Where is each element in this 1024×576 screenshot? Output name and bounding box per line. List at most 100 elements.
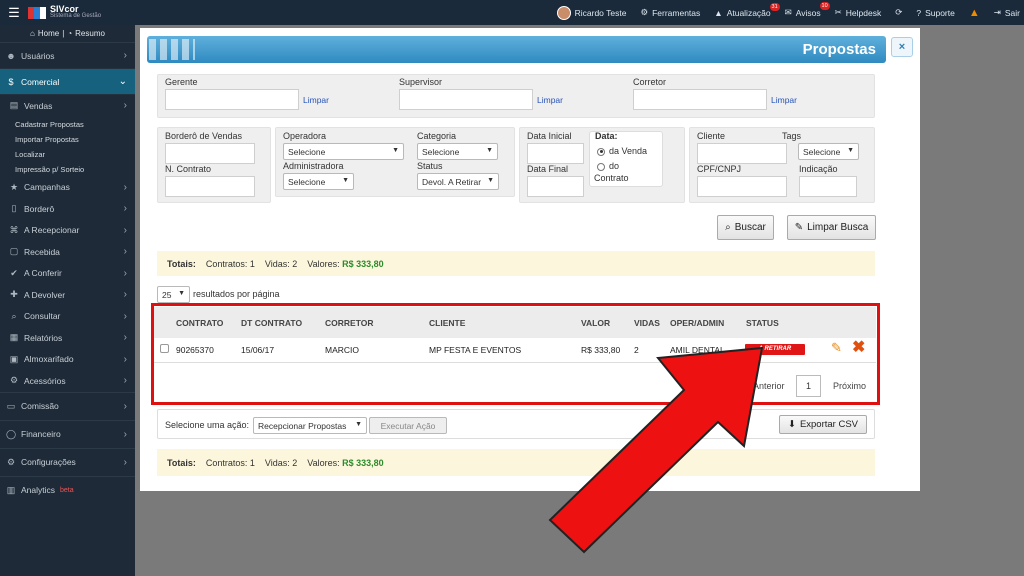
sidebar-leaf-item[interactable]: Cadastrar Propostas <box>0 117 135 132</box>
totals-valores: Valores: R$ 333,80 <box>307 259 383 269</box>
row-checkbox[interactable] <box>160 344 169 353</box>
menu-item-icon: ▯ <box>11 203 17 214</box>
close-button[interactable]: × <box>891 37 913 57</box>
table-header-cell[interactable]: VIDAS <box>634 318 660 328</box>
operadora-select[interactable]: Selecione ▼ <box>283 143 404 160</box>
contrato-input[interactable] <box>165 176 255 197</box>
user-menu[interactable]: Ricardo Teste <box>556 5 626 20</box>
sidebar-item-sub[interactable]: ⌕ Consultar › <box>0 306 135 328</box>
sidebar-item-sub[interactable]: ✔ A Conferir › <box>0 263 135 285</box>
exit-label: Sair <box>1004 7 1020 18</box>
warning-icon[interactable]: ▲ <box>969 7 980 19</box>
notices-label: Avisos <box>795 7 821 18</box>
notices-badge: 10 <box>819 2 830 10</box>
sidebar-item-bottom[interactable]: ⚙ Configurações › <box>0 447 135 476</box>
sidebar-item-bottom[interactable]: ◯ Financeiro › <box>0 419 135 448</box>
sidebar-item-sub[interactable]: ▯ Borderô › <box>0 198 135 220</box>
data-final-input[interactable] <box>527 176 584 197</box>
refresh-icon[interactable]: ⟳ <box>895 7 902 18</box>
tags-select[interactable]: Selecione ▼ <box>798 143 859 160</box>
radio-checked-icon <box>597 147 605 156</box>
sidebar-item-bottom[interactable]: ▭ Comissão › <box>0 391 135 420</box>
sidebar-leaf-item[interactable]: Impressão p/ Sorteio <box>0 162 135 177</box>
pager-next[interactable]: Próximo <box>833 381 866 391</box>
totals-bar-top: Totais: Contratos: 1 Vidas: 2 Valores: R… <box>157 251 875 276</box>
page-size-select[interactable]: 25 ▼ <box>157 286 190 303</box>
table-header-cell[interactable]: CONTRATO <box>176 318 223 328</box>
corretor-label: Corretor <box>633 77 667 87</box>
table-header-cell[interactable]: OPER/ADMIN <box>670 318 724 328</box>
table-header-cell[interactable]: VALOR <box>581 318 610 328</box>
gerente-clear-link[interactable]: Limpar <box>303 95 329 105</box>
sidebar-leaf-item[interactable]: Localizar <box>0 147 135 162</box>
help-icon: ? <box>916 7 922 18</box>
chevron-down-icon: ⌄ <box>118 76 127 87</box>
supervisor-clear-link[interactable]: Limpar <box>537 95 563 105</box>
sidebar-leaf-item[interactable]: Importar Propostas <box>0 132 135 147</box>
data-inicial-input[interactable] <box>527 143 584 164</box>
do-contrato-radio[interactable]: do <box>597 161 619 171</box>
sidebar-item-sub[interactable]: ★ Campanhas › <box>0 177 135 199</box>
sidebar-home[interactable]: ⌂ Home | ◔ Resumo <box>0 25 135 43</box>
sidebar-item-sub[interactable]: ✚ A Devolver › <box>0 284 135 306</box>
sidebar-label: Consultar <box>24 311 61 322</box>
sidebar-label: Vendas <box>24 100 53 111</box>
helpdesk-link[interactable]: ✂ Helpdesk <box>835 7 882 18</box>
sidebar-item-comercial[interactable]: $ Comercial ⌄ <box>0 69 135 95</box>
sidebar-item-sub[interactable]: ▢ Recebida › <box>0 241 135 263</box>
menu-item-icon: ▦ <box>9 332 19 343</box>
menu-item-icon: ▭ <box>6 400 16 411</box>
clear-search-button[interactable]: ✎ Limpar Busca <box>787 215 876 240</box>
hamburger-icon[interactable]: ☰ <box>0 5 28 21</box>
table-header-cell[interactable]: STATUS <box>746 318 779 328</box>
sidebar-item-bottom[interactable]: ▥ Analytics beta <box>0 475 135 504</box>
table-header-cell[interactable]: CLIENTE <box>429 318 465 328</box>
table-header-cell[interactable]: DT CONTRATO <box>241 318 302 328</box>
chevron-right-icon: › <box>123 246 127 258</box>
tools-menu[interactable]: ⚙ Ferramentas <box>640 7 700 18</box>
status-select[interactable]: Devol. A Retirar ▼ <box>417 173 499 190</box>
exit-link[interactable]: ⇥ Sair <box>994 7 1020 18</box>
action-select-value: Recepcionar Propostas <box>258 421 347 431</box>
corretor-input[interactable] <box>633 89 767 110</box>
dashboard-icon: ◔ <box>67 29 73 38</box>
update-menu[interactable]: ▲ Atualização 31 <box>714 2 780 18</box>
caret-down-icon: ▼ <box>486 147 493 154</box>
sidebar-label: Comissão <box>21 401 59 411</box>
sidebar: ⌂ Home | ◔ Resumo ☻ Usuários › $ Comercial ⌄ ▤ Ve… <box>0 25 135 576</box>
edit-icon[interactable]: ✎ <box>831 340 842 356</box>
action-select[interactable]: Recepcionar Propostas ▼ <box>253 417 367 434</box>
sidebar-item-usuarios[interactable]: ☻ Usuários › <box>0 43 135 69</box>
delete-icon[interactable]: ✖ <box>852 337 865 357</box>
sidebar-label: Acessórios <box>24 375 66 386</box>
sidebar-item-sub[interactable]: ▦ Relatórios › <box>0 327 135 349</box>
support-link[interactable]: ? Suporte <box>916 8 955 18</box>
gerente-input[interactable] <box>165 89 299 110</box>
administradora-select[interactable]: Selecione ▼ <box>283 173 354 190</box>
chevron-right-icon: › <box>123 428 127 440</box>
app-logo[interactable]: SIVcor Sistema de Gestão <box>28 5 101 20</box>
corretor-clear-link[interactable]: Limpar <box>771 95 797 105</box>
menu-item-icon: ▥ <box>6 484 16 495</box>
beta-badge: beta <box>60 486 74 494</box>
sidebar-item-sub[interactable]: ⚙ Acessórios › <box>0 370 135 392</box>
menu-item-icon: ▣ <box>9 353 19 364</box>
caret-down-icon: ▼ <box>355 421 362 428</box>
da-venda-radio[interactable]: da Venda <box>597 146 647 156</box>
sidebar-item-sub[interactable]: ⌘ A Recepcionar › <box>0 220 135 242</box>
categoria-select[interactable]: Selecione ▼ <box>417 143 498 160</box>
execute-action-button[interactable]: Executar Ação <box>369 417 447 434</box>
indicacao-input[interactable] <box>799 176 857 197</box>
cpf-label: CPF/CNPJ <box>697 164 742 174</box>
sidebar-item-vendas[interactable]: ▤ Vendas › <box>0 95 135 117</box>
bordero-label: Borderô de Vendas <box>165 131 243 141</box>
table-header-cell[interactable]: CORRETOR <box>325 318 374 328</box>
notices-menu[interactable]: ✉ Avisos 10 <box>785 2 830 18</box>
valores-label: Valores: <box>307 457 340 468</box>
cliente-input[interactable] <box>697 143 787 164</box>
supervisor-input[interactable] <box>399 89 533 110</box>
search-button[interactable]: ⌕ Buscar <box>717 215 774 240</box>
sidebar-item-sub[interactable]: ▣ Almoxarifado › <box>0 349 135 371</box>
bordero-input[interactable] <box>165 143 255 164</box>
cpf-input[interactable] <box>697 176 787 197</box>
